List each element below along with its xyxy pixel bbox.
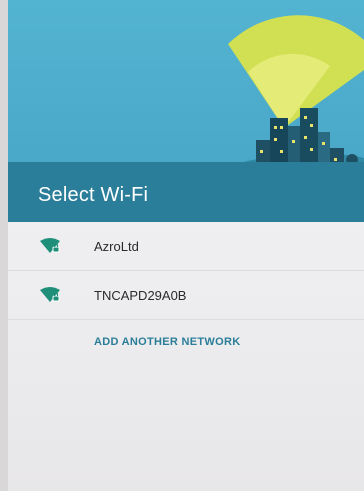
network-list: AzroLtd TNCAPD29A0B	[8, 222, 364, 320]
add-another-network-button[interactable]: ADD ANOTHER NETWORK	[94, 336, 240, 348]
network-ssid: AzroLtd	[94, 238, 139, 254]
wifi-header: Select Wi-Fi	[8, 0, 364, 222]
page-title: Select Wi-Fi	[38, 184, 149, 206]
network-row[interactable]: AzroLtd	[8, 222, 364, 271]
wifi-locked-icon	[39, 237, 61, 255]
network-row[interactable]: TNCAPD29A0B	[8, 271, 364, 320]
wifi-locked-icon	[39, 286, 61, 304]
network-ssid: TNCAPD29A0B	[94, 287, 187, 303]
wifi-setup-screen: Select Wi-Fi AzroLtd TNCAPD29A0B ADD ANO…	[8, 0, 364, 491]
